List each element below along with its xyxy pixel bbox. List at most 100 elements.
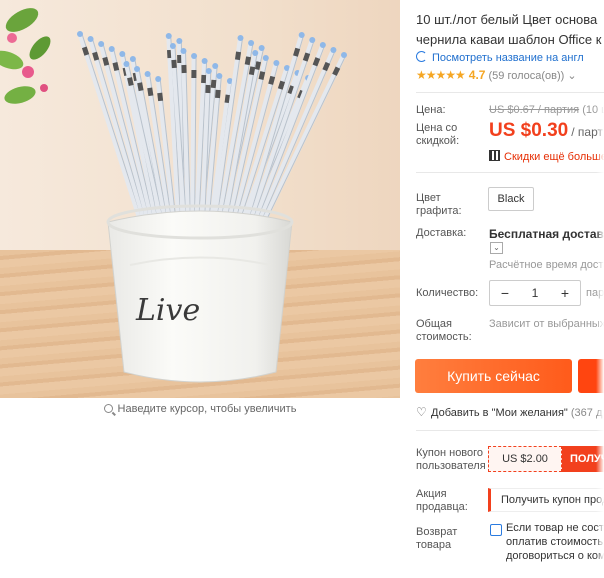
pen-refill-tip	[252, 50, 259, 56]
new-user-coupon-label: Купон нового пользователя	[416, 447, 486, 472]
votes-count[interactable]: (59 голоса(ов)) ⌄	[488, 70, 576, 82]
pen-refill-band	[277, 80, 286, 90]
pen-refill-band	[137, 82, 144, 92]
return-policy-text: Если товар не сост оплатив стоимость дог…	[506, 522, 604, 562]
translate-icon	[416, 51, 427, 62]
shipping-label: Доставка:	[416, 227, 467, 239]
pen-refill-band	[312, 57, 321, 67]
discount-price-label: Цена со скидкой:	[416, 122, 460, 147]
quantity-label: Количество:	[416, 287, 479, 299]
seller-promo-label: Акция продавца:	[416, 488, 468, 513]
pen-refill-tip	[108, 46, 115, 52]
pen-refill-band	[215, 89, 221, 99]
quantity-stepper: − 1 +	[489, 280, 581, 306]
pen-refill-tip	[298, 32, 305, 38]
pen-refill-band	[254, 61, 262, 71]
coupon-value: US $2.00	[488, 446, 562, 472]
product-title: 10 шт./лот белый Цвет основа чернила кав…	[416, 12, 602, 47]
plant-decoration	[0, 8, 51, 104]
old-price: US $0.67 / партия (10 ш	[489, 104, 604, 116]
pen-refill-band	[322, 61, 331, 72]
pen-refill-band	[244, 56, 252, 66]
divider	[416, 172, 604, 173]
color-option-black[interactable]: Black	[488, 187, 534, 211]
star-rating-icons: ★★★★★	[416, 68, 466, 82]
pen-refill-tip	[273, 60, 280, 66]
pen-refill-band	[268, 75, 276, 85]
pen-refill-band	[224, 94, 231, 104]
pen-refill-tip	[180, 48, 187, 54]
zoom-hint: Наведите курсор, чтобы увеличить	[0, 403, 400, 415]
color-label: Цвет графита:	[416, 192, 462, 217]
pen-refills-cup-illustration: Live	[0, 8, 347, 383]
qty-input[interactable]: 1	[520, 281, 550, 305]
qty-increase-button[interactable]: +	[550, 281, 580, 305]
discount-price: US $0.30/ парт	[489, 120, 603, 141]
return-policy-icon	[490, 524, 502, 536]
pen-refill-tip	[237, 35, 244, 41]
divider	[416, 430, 604, 431]
pen-refill-tip	[134, 66, 141, 72]
pen-refill-tip	[144, 71, 151, 77]
pen-refill-band	[157, 92, 164, 102]
pen-refill-band	[258, 71, 266, 81]
pen-refill-band	[112, 62, 120, 71]
pen-refill-tip	[205, 68, 212, 74]
product-image[interactable]: Live	[0, 0, 400, 398]
pen-refill-band	[302, 52, 311, 62]
qty-decrease-button[interactable]: −	[490, 281, 520, 305]
chevron-down-icon[interactable]: ⌄	[490, 242, 503, 254]
pen-refill-band	[147, 87, 154, 97]
cup-lettering: Live	[135, 293, 200, 328]
pen-refill-tip	[341, 52, 347, 58]
rating[interactable]: ★★★★★ 4.7 (59 голоса(ов)) ⌄	[416, 68, 577, 82]
divider	[416, 92, 604, 93]
pen-refill-band	[210, 79, 217, 89]
pen-refill-tip	[262, 55, 269, 61]
price-label: Цена:	[416, 104, 446, 116]
pen-refill-band	[248, 66, 256, 76]
total-value: Зависит от выбранных	[489, 318, 604, 330]
seller-coupon-button[interactable]: Получить купон прод	[488, 488, 604, 512]
buy-now-button[interactable]: Купить сейчас	[415, 359, 572, 393]
heart-icon: ♡	[416, 405, 427, 419]
translate-title-link[interactable]: Посмотреть название на англ	[416, 51, 584, 64]
pen-refill-tip	[330, 47, 337, 53]
pen-refill-tip	[98, 41, 105, 47]
pen-refill-tip	[165, 33, 172, 39]
pen-refill-tip	[176, 38, 183, 44]
pen-refill-tip	[155, 76, 162, 82]
shipping-estimate: Расчётное время доста	[489, 259, 604, 271]
pen-refill-tip	[123, 61, 130, 67]
return-label: Возврат товара	[416, 526, 458, 551]
pen-refill-tip	[119, 51, 126, 57]
qr-code-icon	[489, 150, 500, 161]
shipping-method[interactable]: Бесплатная доставка	[489, 227, 604, 241]
pen-refill-band	[293, 47, 301, 57]
pen-refill-tip	[212, 63, 219, 69]
magnifier-icon	[103, 404, 113, 413]
pen-refill-band	[332, 66, 341, 76]
pen-refill-band	[171, 59, 177, 69]
pen-refill-tip	[169, 43, 176, 49]
pen-refill-band	[92, 51, 100, 61]
pen-refill-tip	[129, 56, 136, 62]
pen-refill-band	[102, 56, 110, 66]
pen-refill-tip	[201, 58, 208, 64]
pen-refill-tip	[191, 53, 198, 59]
pen-refill-tip	[248, 40, 255, 46]
pen-refill-band	[81, 46, 90, 56]
add-to-wishlist-link[interactable]: ♡ Добавить в "Мои желания" (367 д	[416, 405, 602, 419]
pen-refill-tip	[87, 36, 94, 42]
app-discount-link[interactable]: Скидки ещё больше	[489, 150, 604, 163]
pen-refill-tip	[319, 42, 326, 48]
pen-refill-tip	[309, 37, 316, 43]
pen-refill-band	[127, 77, 134, 87]
pen-refill-tip	[77, 31, 83, 37]
right-edge-fade	[596, 100, 604, 578]
total-label: Общая стоимость:	[416, 318, 472, 343]
pen-refill-band	[234, 51, 242, 61]
pen-refill-tip	[216, 73, 223, 79]
pen-refill-tip	[258, 45, 265, 51]
rating-value: 4.7	[468, 68, 486, 82]
